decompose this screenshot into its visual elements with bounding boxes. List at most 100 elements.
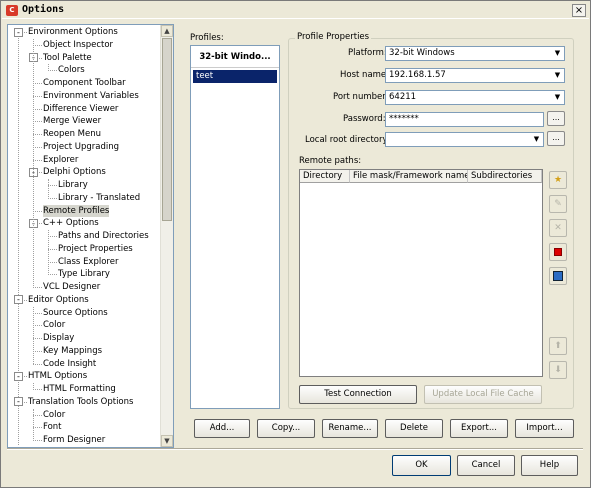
local-root-select[interactable]: ▼: [385, 132, 544, 147]
rename-button[interactable]: Rename...: [322, 419, 378, 438]
chevron-down-icon[interactable]: ▼: [552, 70, 563, 81]
chevron-down-icon[interactable]: ▼: [552, 92, 563, 103]
close-button[interactable]: ×: [572, 4, 586, 17]
profile-properties-title: Profile Properties: [295, 32, 372, 42]
host-name-select[interactable]: 192.168.1.57 ▼: [385, 68, 565, 83]
tree-item-remote-profiles[interactable]: Remote Profiles: [43, 204, 110, 217]
tree-item-library[interactable]: Library: [58, 179, 88, 191]
tree-guide-line: [33, 325, 42, 327]
tree-item-paths-and-directories[interactable]: Paths and Directories: [58, 230, 149, 242]
scroll-up-icon[interactable]: ▲: [161, 25, 173, 37]
column-file-mask[interactable]: File mask/Framework name: [350, 170, 468, 183]
title-bar: C Options ×: [2, 2, 589, 19]
tree-guide-line: [48, 261, 57, 263]
tree-item-delphi-options[interactable]: Delphi Options: [43, 166, 106, 178]
tree-item-translation-tools-options[interactable]: Translation Tools Options: [28, 396, 133, 408]
remote-paths-label: Remote paths:: [299, 156, 362, 166]
remote-paths-list[interactable]: Directory File mask/Framework name Subdi…: [299, 169, 543, 377]
tree-item-vcl-designer[interactable]: VCL Designer: [43, 281, 100, 293]
scroll-down-icon[interactable]: ▼: [161, 435, 173, 447]
add-button[interactable]: Add...: [194, 419, 250, 438]
scroll-thumb[interactable]: [162, 38, 172, 221]
tree-item-object-inspector[interactable]: Object Inspector: [43, 39, 113, 51]
tree-guide-line: [33, 408, 34, 441]
tree-guide-line: [33, 389, 42, 390]
tree-guide-line: [48, 185, 57, 186]
profile-item-teet[interactable]: teet: [193, 70, 277, 83]
save-icon[interactable]: [549, 267, 567, 285]
tree-item-html-options[interactable]: HTML Options: [28, 370, 87, 382]
tree-guide-line: [33, 83, 42, 84]
platform-select[interactable]: 32-bit Windows ▼: [385, 46, 565, 61]
tree-collapse-icon[interactable]: -: [14, 295, 23, 305]
tree-item-difference-viewer[interactable]: Difference Viewer: [43, 103, 118, 115]
tree-item-type-library[interactable]: Type Library: [58, 268, 110, 280]
update-local-file-cache-button[interactable]: Update Local File Cache: [424, 385, 542, 404]
tree-item-environment-options[interactable]: Environment Options: [28, 26, 118, 38]
tree-guide-line: [48, 70, 57, 72]
tree-guide-line: [33, 338, 42, 339]
tree-item-color[interactable]: Color: [43, 409, 65, 421]
tree-collapse-icon[interactable]: -: [14, 397, 23, 407]
tree-scrollbar[interactable]: ▲ ▼: [160, 25, 173, 447]
tree-item-source-options[interactable]: Source Options: [43, 307, 108, 319]
chevron-down-icon[interactable]: ▼: [531, 134, 542, 145]
password-field[interactable]: *******: [385, 112, 544, 127]
tree-guide-line: [48, 179, 49, 199]
options-tree[interactable]: ▲ ▼ - Environment Options Object Inspector…: [7, 24, 174, 448]
help-button[interactable]: Help: [521, 455, 578, 476]
tree-guide-line: [33, 287, 42, 288]
tree-item-font[interactable]: Font: [43, 421, 62, 433]
move-down-icon[interactable]: ⬇: [549, 361, 567, 379]
options-dialog: C Options × ▲ ▼ - Environment Options Obje…: [0, 0, 591, 488]
delete-button[interactable]: Delete: [385, 419, 443, 438]
export-button[interactable]: Export...: [450, 419, 508, 438]
tree-item-color[interactable]: Color: [43, 319, 65, 331]
tree-guide-line: [33, 95, 42, 97]
footer-divider: [7, 448, 583, 450]
tree-item-form-designer[interactable]: Form Designer: [43, 434, 105, 446]
tree-item-tool-palette[interactable]: Tool Palette: [43, 52, 92, 64]
password-ellipsis-button[interactable]: ...: [547, 111, 565, 126]
tree-guide-line: [18, 31, 19, 445]
tree-item-colors[interactable]: Colors: [58, 64, 85, 76]
import-button[interactable]: Import...: [515, 419, 574, 438]
chevron-down-icon[interactable]: ▼: [552, 48, 563, 59]
profiles-list[interactable]: 32-bit Windo... teet: [190, 45, 280, 409]
tree-guide-line: [33, 363, 42, 365]
test-connection-button[interactable]: Test Connection: [299, 385, 417, 404]
column-subdirectories[interactable]: Subdirectories: [468, 170, 542, 183]
delete-path-icon[interactable]: ✕: [549, 219, 567, 237]
stop-icon[interactable]: [549, 243, 567, 261]
local-root-ellipsis-button[interactable]: ...: [547, 131, 565, 146]
tree-collapse-icon[interactable]: -: [14, 371, 23, 381]
tree-item-component-toolbar[interactable]: Component Toolbar: [43, 77, 126, 89]
tree-collapse-icon[interactable]: -: [14, 27, 23, 37]
tree-item-c-options[interactable]: C++ Options: [43, 217, 99, 229]
tree-item-project-upgrading[interactable]: Project Upgrading: [43, 141, 119, 153]
cancel-button[interactable]: Cancel: [457, 455, 515, 476]
ok-button[interactable]: OK: [392, 455, 451, 476]
move-up-icon[interactable]: ⬆: [549, 337, 567, 355]
tree-guide-line: [33, 38, 34, 288]
tree-item-reopen-menu[interactable]: Reopen Menu: [43, 128, 101, 140]
tree-item-project-properties[interactable]: Project Properties: [58, 243, 133, 255]
tree-item-library-translated[interactable]: Library - Translated: [58, 192, 140, 204]
column-directory[interactable]: Directory: [300, 170, 350, 183]
tree-item-class-explorer[interactable]: Class Explorer: [58, 256, 118, 268]
tree-item-explorer[interactable]: Explorer: [43, 154, 78, 166]
tree-item-merge-viewer[interactable]: Merge Viewer: [43, 115, 101, 127]
tree-item-key-mappings[interactable]: Key Mappings: [43, 345, 102, 357]
tree-item-editor-options[interactable]: Editor Options: [28, 294, 89, 306]
tree-guide-line: [48, 197, 57, 199]
tree-item-html-formatting[interactable]: HTML Formatting: [43, 383, 116, 395]
port-number-select[interactable]: 64211 ▼: [385, 90, 565, 105]
edit-path-icon[interactable]: ✎: [549, 195, 567, 213]
tree-item-code-insight[interactable]: Code Insight: [43, 358, 96, 370]
window-title: Options: [22, 4, 65, 15]
copy-button[interactable]: Copy...: [257, 419, 315, 438]
add-path-icon[interactable]: ★: [549, 171, 567, 189]
delphi-app-icon: C: [6, 5, 18, 16]
tree-item-display[interactable]: Display: [43, 332, 74, 344]
tree-item-environment-variables[interactable]: Environment Variables: [43, 90, 139, 102]
